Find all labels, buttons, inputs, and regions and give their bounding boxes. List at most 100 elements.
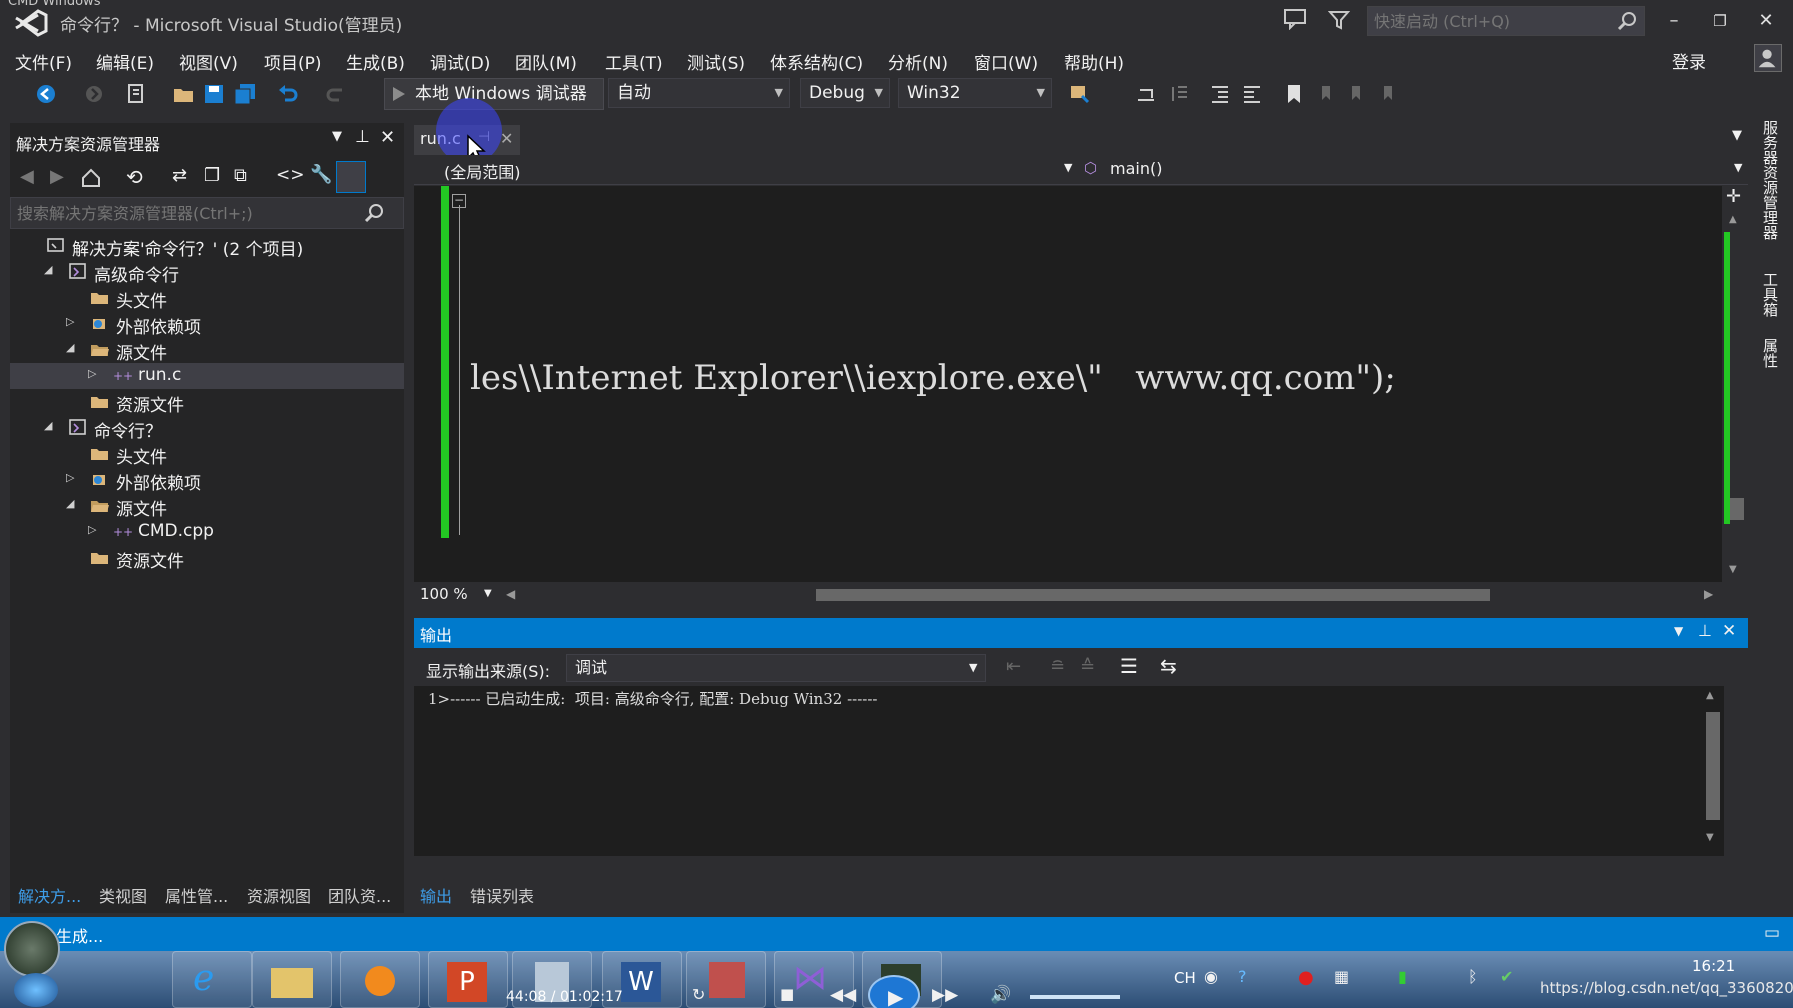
tree-item[interactable]: 解决方案'命令行？' (2 个项目) [10, 233, 404, 260]
panel-menu-chevron-icon[interactable]: ▼ [332, 129, 342, 144]
battery-tray-icon[interactable]: ▮ [1398, 967, 1407, 986]
close-panel-icon[interactable]: ✕ [1722, 621, 1736, 641]
quick-launch-input[interactable] [1368, 7, 1608, 35]
notification-filter-icon[interactable] [1328, 9, 1350, 31]
menu-tools[interactable]: 工具(T) [605, 49, 663, 74]
tree-item[interactable]: 头文件 [10, 285, 404, 312]
expand-arrow-icon[interactable]: ▷ [66, 471, 78, 487]
attach-process-icon[interactable] [1068, 82, 1092, 106]
tree-item[interactable]: 资源文件 [10, 545, 404, 572]
pin-icon[interactable]: ⊥ [355, 127, 370, 147]
login-link[interactable]: 登录 [1672, 48, 1706, 73]
expand-arrow-icon[interactable]: ▷ [88, 523, 100, 539]
scroll-left-icon[interactable]: ◀ [506, 587, 515, 601]
tab-toolbox[interactable]: 工具箱 [1760, 272, 1781, 317]
close-button[interactable]: ✕ [1748, 8, 1784, 34]
quick-launch-box[interactable] [1367, 6, 1645, 36]
notifications-icon[interactable]: ▭ [1764, 923, 1780, 943]
menu-build[interactable]: 生成(B) [346, 49, 405, 74]
menu-window[interactable]: 窗口(W) [974, 49, 1038, 74]
platform-dropdown[interactable]: Win32 ▼ [898, 78, 1052, 108]
panel-menu-chevron-icon[interactable]: ▼ [1674, 624, 1683, 638]
solution-search-input[interactable] [11, 198, 351, 228]
open-file-icon[interactable] [172, 82, 196, 106]
security-tray-icon[interactable]: ✔ [1500, 967, 1513, 986]
tab-resource-view[interactable]: 资源视图 [247, 883, 311, 907]
search-icon[interactable] [1616, 10, 1638, 32]
menu-debug[interactable]: 调试(D) [430, 49, 490, 74]
record-tray-icon[interactable]: ● [1298, 967, 1314, 988]
solution-search-box[interactable] [10, 197, 404, 229]
tree-item[interactable]: ◢ 高级命令行 [10, 259, 404, 286]
bookmark-icon[interactable] [1282, 82, 1306, 106]
scroll-up-icon[interactable]: ▲ [1706, 690, 1714, 701]
navigate-back-icon[interactable] [34, 82, 58, 106]
clear-bookmarks-icon[interactable] [1376, 82, 1400, 106]
media-play-button[interactable]: ▶ [868, 975, 920, 1008]
tree-item[interactable]: ▷ ++ run.c [10, 363, 404, 389]
file-explorer-icon[interactable] [252, 951, 332, 1008]
expand-arrow-icon[interactable]: ▷ [88, 367, 100, 383]
account-icon[interactable] [1754, 44, 1782, 72]
scroll-down-icon[interactable]: ▼ [1706, 832, 1714, 843]
collapse-arrow-icon[interactable]: ◢ [44, 419, 56, 435]
tab-output[interactable]: 输出 [420, 883, 452, 907]
navigate-forward-icon[interactable] [82, 82, 106, 106]
outdent-icon[interactable] [1208, 82, 1232, 106]
split-editor-icon[interactable]: ✛ [1726, 186, 1741, 207]
menu-analyze[interactable]: 分析(N) [888, 49, 948, 74]
start-debugger-button[interactable]: 本地 Windows 调试器 [384, 78, 604, 110]
menu-view[interactable]: 视图(V) [179, 49, 238, 74]
toggle-word-wrap-icon[interactable]: ⇆ [1160, 654, 1177, 678]
bluetooth-tray-icon[interactable]: ᛒ [1468, 967, 1478, 986]
output-scroll-thumb[interactable] [1706, 712, 1720, 820]
tab-overflow-chevron-icon[interactable]: ▼ [1732, 128, 1742, 143]
help-tray-icon[interactable]: ? [1238, 967, 1247, 986]
zoom-chevron-icon[interactable]: ▼ [484, 588, 492, 599]
start-button-icon[interactable] [14, 973, 58, 1007]
tab-server-explorer[interactable]: 服务器资源管理器 [1760, 120, 1781, 240]
next-bookmark-icon[interactable] [1344, 82, 1368, 106]
pin-icon[interactable]: ⊥ [1698, 621, 1712, 640]
volume-slider[interactable] [1030, 995, 1120, 999]
minimize-button[interactable]: – [1656, 8, 1692, 34]
close-tab-icon[interactable]: ✕ [500, 129, 513, 148]
close-panel-icon[interactable]: ✕ [380, 127, 395, 148]
tree-item[interactable]: 资源文件 [10, 389, 404, 416]
find-previous-icon[interactable]: ≘ [1050, 656, 1065, 677]
media-loop-icon[interactable]: ↻ [692, 985, 705, 1004]
menu-architecture[interactable]: 体系结构(C) [770, 49, 863, 74]
scroll-down-icon[interactable]: ▼ [1729, 564, 1737, 575]
preview-selected-icon[interactable] [336, 161, 366, 193]
go-to-previous-message-icon[interactable]: ⇤ [1006, 656, 1021, 677]
new-project-icon[interactable] [124, 82, 148, 106]
tab-solution-explorer[interactable]: 解决方... [18, 883, 81, 907]
tree-item[interactable]: ◢ 命令行？ [10, 415, 404, 442]
tree-item[interactable]: ▷ 外部依赖项 [10, 311, 404, 338]
tree-item[interactable]: ▷ 外部依赖项 [10, 467, 404, 494]
internet-explorer-icon[interactable]: e [172, 951, 252, 1008]
configuration-dropdown[interactable]: Debug ▼ [800, 78, 890, 108]
restore-button[interactable]: ❐ [1702, 8, 1738, 34]
properties-wrench-icon[interactable]: 🔧 [310, 164, 332, 185]
horizontal-scroll-thumb[interactable] [816, 589, 1490, 601]
save-all-icon[interactable] [233, 82, 257, 106]
prev-bookmark-icon[interactable] [1314, 82, 1338, 106]
format-icon[interactable] [1168, 82, 1192, 106]
output-source-dropdown[interactable]: 调试 ▼ [566, 654, 986, 682]
scroll-right-icon[interactable]: ▶ [1704, 587, 1713, 601]
tree-item[interactable]: ▷ ++ CMD.cpp [10, 519, 404, 545]
indent-icon[interactable] [1240, 82, 1264, 106]
menu-test[interactable]: 测试(S) [687, 49, 745, 74]
tab-properties[interactable]: 属性 [1760, 338, 1781, 368]
clock[interactable]: 16:21 [1692, 957, 1735, 975]
tree-item[interactable]: ◢ 源文件 [10, 493, 404, 520]
tree-item[interactable]: ◢ 源文件 [10, 337, 404, 364]
undo-icon[interactable] [276, 82, 300, 106]
menu-edit[interactable]: 编辑(E) [96, 49, 154, 74]
find-next-icon[interactable]: ≙ [1080, 656, 1095, 677]
sync-icon[interactable]: ⇄ [172, 165, 187, 186]
scroll-thumb[interactable] [1730, 498, 1744, 520]
forward-icon[interactable]: ▶ [50, 166, 64, 187]
tab-class-view[interactable]: 类视图 [99, 883, 147, 907]
